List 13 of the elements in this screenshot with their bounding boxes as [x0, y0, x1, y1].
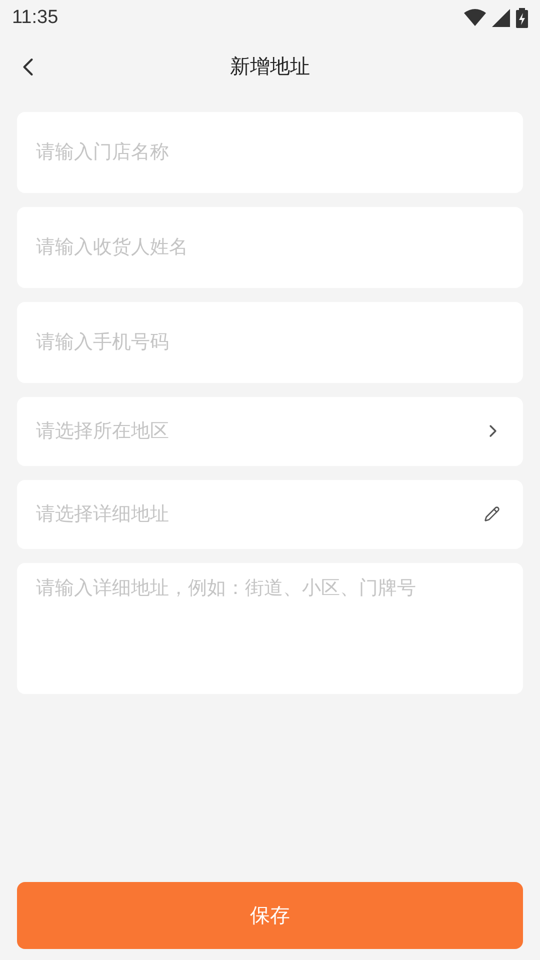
- save-button[interactable]: 保存: [17, 882, 523, 949]
- input-field[interactable]: 请输入门店名称: [17, 112, 523, 193]
- status-time: 11:35: [12, 6, 58, 30]
- pencil-icon: [484, 506, 500, 522]
- wifi-icon: [464, 9, 486, 27]
- textarea-field[interactable]: 请输入详细地址，例如：街道、小区、门牌号: [17, 563, 523, 694]
- address-picker-field[interactable]: 请选择详细地址: [17, 480, 523, 549]
- battery-icon: [516, 8, 528, 28]
- input-field[interactable]: 请输入手机号码: [17, 302, 523, 383]
- page-title: 新增地址: [230, 55, 310, 80]
- signal-icon: [492, 9, 510, 27]
- region-select-field[interactable]: 请选择所在地区: [17, 397, 523, 466]
- input-field[interactable]: 请输入收货人姓名: [17, 207, 523, 288]
